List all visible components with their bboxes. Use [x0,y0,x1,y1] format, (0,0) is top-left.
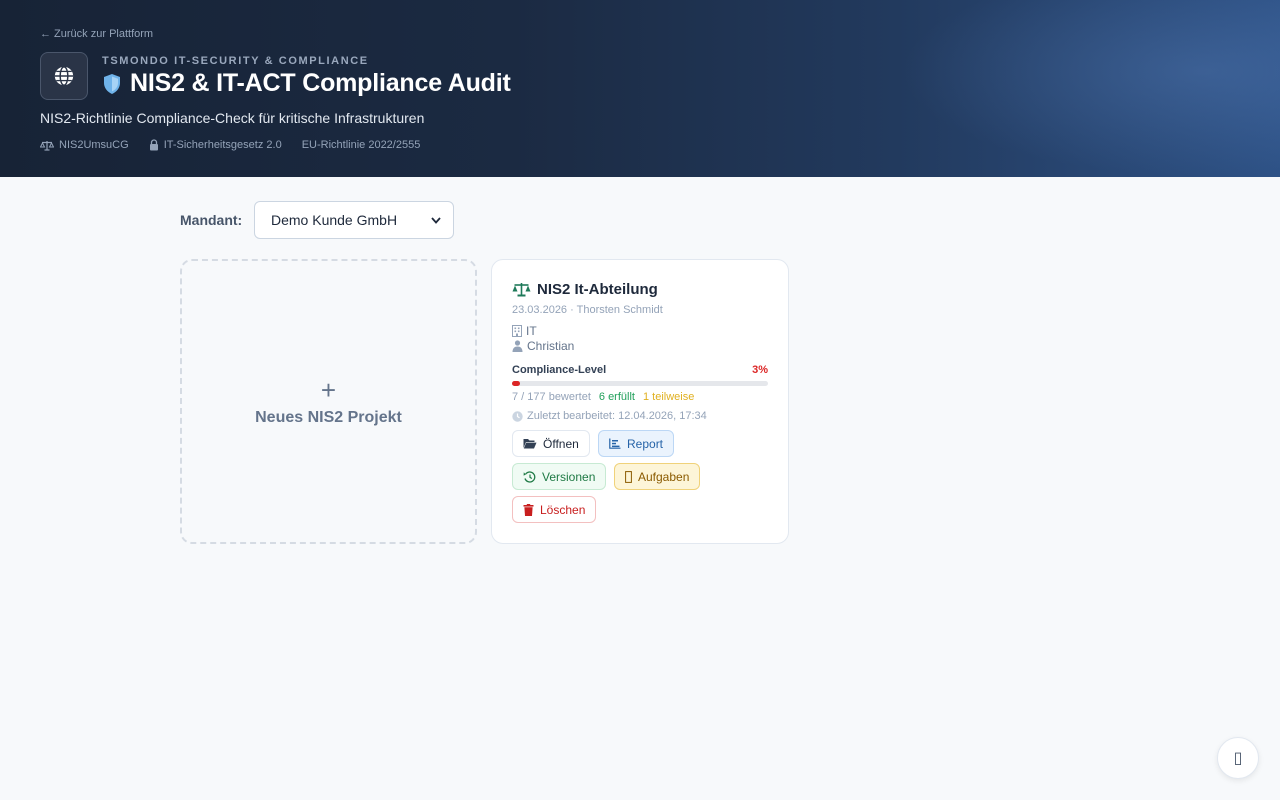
compliance-progress-fill [512,381,520,386]
floating-action-button[interactable]: ▯ [1217,737,1259,779]
stat-fulfilled: 6 erfüllt [598,391,635,403]
stat-partial: 1 teilweise [642,391,695,403]
compliance-progress-bar [512,381,768,386]
compliance-level-label: Compliance-Level [512,364,607,376]
new-project-label: Neues NIS2 Projekt [255,408,402,426]
tag-it-sig: IT-Sicherheitsgesetz 2.0 [149,139,282,151]
project-title-row: NIS2 It-Abteilung [512,281,658,298]
page-header: ← Zurück zur Plattform TSMONDO IT-SECURI… [0,0,1280,177]
clock-icon [512,410,523,422]
tasks-button[interactable]: Aufgaben [614,463,701,490]
scale-icon [40,140,54,151]
new-project-card[interactable]: + Neues NIS2 Projekt [180,259,477,544]
project-title: NIS2 It-Abteilung [537,281,658,298]
chevron-down-icon [431,216,441,224]
placeholder-glyph-icon: ▯ [1233,750,1243,767]
stat-evaluated: 7 / 177 bewertet [512,391,591,403]
shield-icon [104,73,120,94]
mandant-label: Mandant: [180,212,243,228]
compliance-level-percent: 3% [752,364,768,376]
title-row: NIS2 & IT-ACT Compliance Audit [102,69,511,98]
logo-tile [40,52,88,100]
tag-nis2umsucg: NIS2UmsuCG [40,139,129,151]
evaluation-stats: 7 / 177 bewertet 6 erfüllt 1 teilweise [512,391,694,403]
lock-icon [149,139,158,151]
mandant-selected-value: Demo Kunde GmbH [271,212,398,228]
task-icon [625,470,632,483]
versions-button[interactable]: Versionen [512,463,607,490]
user-icon [512,340,523,352]
mandant-select[interactable]: Demo Kunde GmbH [254,201,454,239]
page-title: NIS2 & IT-ACT Compliance Audit [130,69,511,97]
project-meta: 23.03.2026 · Thorsten Schmidt [512,304,663,316]
header-overline: TSMONDO IT-SECURITY & COMPLIANCE [102,55,369,67]
building-icon [512,325,522,337]
project-card: NIS2 It-Abteilung 23.03.2026 · Thorsten … [491,259,789,544]
history-icon [523,470,536,483]
scale-icon [512,283,531,297]
project-owner: Christian [512,339,574,353]
globe-icon [54,66,74,86]
last-edited: Zuletzt bearbeitet: 12.04.2026, 17:34 [512,410,707,422]
folder-open-icon [523,439,537,449]
plus-icon: + [320,374,337,405]
back-link[interactable]: ← Zurück zur Plattform [40,28,153,40]
tag-eu-directive: EU-Richtlinie 2022/2555 [301,139,421,151]
delete-button[interactable]: Löschen [512,496,597,523]
report-button[interactable]: Report [598,430,675,457]
trash-icon [523,503,534,516]
chart-icon [609,438,621,449]
regulation-tags: NIS2UmsuCG IT-Sicherheitsgesetz 2.0 EU-R… [40,139,420,151]
project-department: IT [512,324,537,338]
open-button[interactable]: Öffnen [512,430,590,457]
page-subtitle: NIS2-Richtlinie Compliance-Check für kri… [40,110,425,126]
